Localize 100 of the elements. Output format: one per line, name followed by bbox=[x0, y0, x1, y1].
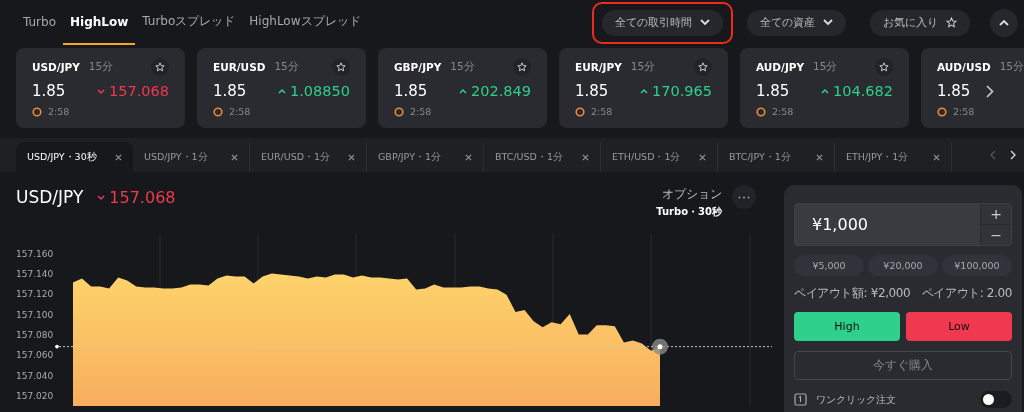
close-icon[interactable] bbox=[115, 153, 122, 161]
decrease-button[interactable]: − bbox=[981, 224, 1011, 245]
y-axis-label: 157.140 bbox=[16, 268, 54, 279]
filter-dropdown[interactable]: 全ての取引時間 bbox=[602, 9, 723, 36]
tab-label[interactable]: EUR/USD・1分 bbox=[261, 150, 331, 164]
price: 1.08850 bbox=[278, 83, 350, 99]
asset-card[interactable]: EUR/USD 15分 1.85 1.08850 2:58 bbox=[197, 48, 366, 128]
asset-card[interactable]: GBP/JPY 15分 1.85 202.849 2:58 bbox=[378, 48, 547, 128]
star-icon bbox=[155, 62, 165, 72]
close-icon[interactable] bbox=[699, 153, 706, 161]
payout-rate: ペイアウト: 2.00 bbox=[921, 285, 1012, 302]
y-axis-label: 157.040 bbox=[16, 370, 54, 381]
timer-ring-icon bbox=[575, 106, 585, 117]
duration: 15分 bbox=[274, 60, 300, 74]
close-icon[interactable] bbox=[582, 153, 589, 161]
chart-tab[interactable]: USD/JPY・30秒 bbox=[16, 142, 133, 172]
favorites-filter[interactable]: お気に入り bbox=[870, 9, 970, 36]
y-axis-label: 157.120 bbox=[16, 289, 54, 300]
high-button[interactable]: High bbox=[794, 312, 900, 341]
duration: 15分 bbox=[999, 60, 1024, 74]
duration: 15分 bbox=[630, 60, 657, 74]
chart-tab[interactable]: BTC/USD・1分 bbox=[484, 142, 601, 172]
price: 170.965 bbox=[640, 83, 712, 99]
pair-name: EUR/USD bbox=[213, 61, 266, 73]
duration: 15分 bbox=[813, 60, 839, 74]
mode-tab[interactable]: Turbo bbox=[16, 0, 63, 45]
mode-tab[interactable]: HighLowスプレッド bbox=[242, 0, 368, 45]
tab-label[interactable]: USD/JPY・30秒 bbox=[27, 150, 97, 164]
chart-tab[interactable]: ETH/JPY・1分 bbox=[835, 142, 952, 172]
asset-card[interactable]: USD/JPY 15分 1.85 157.068 2:58 bbox=[16, 48, 185, 128]
asset-card[interactable]: EUR/JPY 15分 1.85 170.965 2:58 bbox=[559, 48, 728, 128]
favorite-button[interactable] bbox=[332, 58, 350, 76]
close-icon[interactable] bbox=[816, 153, 823, 161]
favorite-button[interactable] bbox=[875, 58, 893, 76]
tab-label[interactable]: ETH/JPY・1分 bbox=[846, 150, 909, 164]
pair-name: EUR/JPY bbox=[575, 61, 622, 73]
timer-ring-icon bbox=[394, 106, 404, 117]
chart-tab[interactable]: GBP/JPY・1分 bbox=[367, 142, 484, 172]
tab-label[interactable]: ETH/USD・1分 bbox=[612, 150, 681, 164]
increase-button[interactable]: + bbox=[981, 204, 1011, 224]
timer-ring-icon bbox=[213, 106, 223, 117]
timer: 2:58 bbox=[410, 106, 432, 117]
close-icon[interactable] bbox=[231, 153, 238, 161]
timer: 2:58 bbox=[772, 106, 794, 117]
mode-tab[interactable]: HighLow bbox=[63, 0, 136, 45]
amount-field[interactable]: ¥1,000 + − bbox=[794, 203, 1012, 246]
tab-label[interactable]: GBP/JPY・1分 bbox=[378, 150, 441, 164]
amount-value[interactable]: ¥1,000 bbox=[795, 204, 980, 245]
favorite-button[interactable] bbox=[694, 58, 712, 76]
payout-rate: 1.85 bbox=[937, 82, 971, 100]
filter-dropdown[interactable]: 全ての資産 bbox=[747, 9, 846, 36]
tab-label[interactable]: BTC/JPY・1分 bbox=[729, 150, 791, 164]
close-icon[interactable] bbox=[348, 153, 355, 161]
next-button[interactable] bbox=[984, 84, 997, 98]
chevron-up-icon bbox=[999, 19, 1009, 26]
close-icon[interactable] bbox=[465, 153, 472, 161]
y-axis-label: 157.160 bbox=[16, 248, 54, 259]
timer: 2:58 bbox=[229, 106, 251, 117]
low-button[interactable]: Low bbox=[906, 312, 1012, 341]
scroll-right-icon[interactable] bbox=[1010, 150, 1016, 160]
timer-ring-icon bbox=[937, 106, 947, 117]
y-axis-label: 157.020 bbox=[16, 391, 54, 401]
favorite-button[interactable] bbox=[151, 58, 169, 76]
star-icon bbox=[517, 62, 527, 72]
timer-ring-icon bbox=[756, 106, 766, 117]
asset-card[interactable]: AUD/JPY 15分 1.85 104.682 2:58 bbox=[740, 48, 909, 128]
tab-label[interactable]: USD/JPY・1分 bbox=[144, 150, 208, 164]
preset-amount-button[interactable]: ¥20,000 bbox=[868, 255, 938, 276]
pair-name: AUD/USD bbox=[937, 61, 991, 73]
one-click-label: ワンクリック注文 bbox=[816, 392, 896, 407]
collapse-button[interactable] bbox=[990, 8, 1018, 37]
chevron-down-icon bbox=[700, 19, 710, 26]
close-icon[interactable] bbox=[933, 153, 940, 161]
favorite-button[interactable] bbox=[513, 58, 531, 76]
mode-tab[interactable]: Turboスプレッド bbox=[135, 0, 243, 45]
option-value: Turbo・30秒 bbox=[656, 204, 722, 219]
chart-tab[interactable]: EUR/USD・1分 bbox=[250, 142, 367, 172]
one-click-toggle[interactable] bbox=[980, 391, 1012, 408]
y-axis-label: 157.080 bbox=[16, 329, 54, 340]
chart-price: 157.068 bbox=[97, 187, 176, 207]
chevron-right-icon bbox=[986, 84, 995, 98]
pair-name: GBP/JPY bbox=[394, 61, 442, 73]
more-dots-icon bbox=[738, 195, 750, 199]
asset-card[interactable]: AUD/USD 15分 1.85 2:58 bbox=[921, 48, 1024, 128]
y-axis-label: 157.100 bbox=[16, 309, 54, 320]
preset-amount-button[interactable]: ¥100,000 bbox=[942, 255, 1012, 276]
timer-ring-icon bbox=[32, 106, 42, 117]
timer: 2:58 bbox=[48, 106, 70, 117]
price: 157.068 bbox=[97, 83, 169, 99]
timer: 2:58 bbox=[591, 106, 613, 117]
tab-label[interactable]: BTC/USD・1分 bbox=[495, 150, 563, 164]
chart-tab[interactable]: BTC/JPY・1分 bbox=[718, 142, 835, 172]
timer: 2:58 bbox=[953, 106, 975, 117]
duration: 15分 bbox=[450, 60, 476, 74]
chart-tab[interactable]: ETH/USD・1分 bbox=[601, 142, 718, 172]
option-label: オプション bbox=[662, 185, 722, 203]
price: 202.849 bbox=[459, 83, 531, 99]
preset-amount-button[interactable]: ¥5,000 bbox=[794, 255, 864, 276]
star-icon bbox=[336, 62, 346, 72]
chart-tab[interactable]: USD/JPY・1分 bbox=[133, 142, 250, 172]
